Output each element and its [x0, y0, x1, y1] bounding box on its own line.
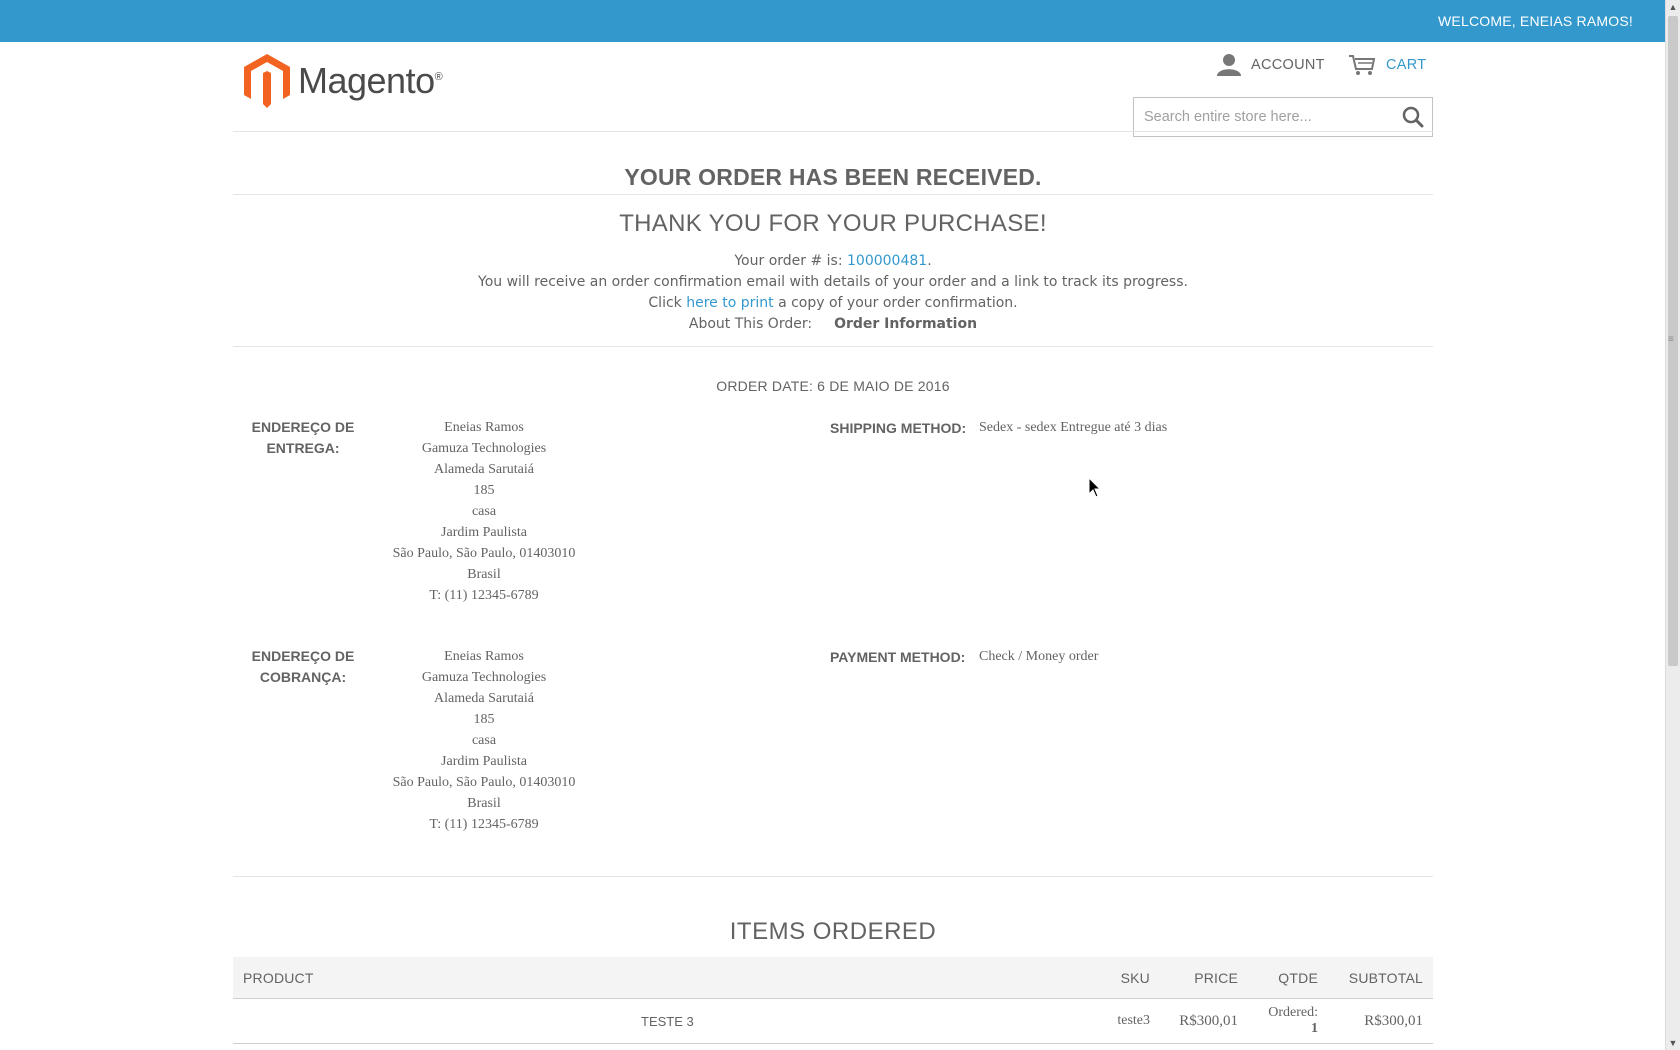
address-line: Alameda Sarutaiá	[434, 691, 534, 706]
col-product: PRODUCT	[233, 957, 1092, 999]
cart-label: CART	[1386, 57, 1427, 73]
shipping-address-label: ENDEREÇO DE ENTREGA:	[251, 419, 355, 456]
address-line: Gamuza Technologies	[421, 441, 547, 456]
account-label: ACCOUNT	[1251, 57, 1325, 73]
col-qty: QTDE	[1248, 957, 1328, 999]
col-sku: SKU	[1092, 957, 1160, 999]
shipping-method-value: Sedex - sedex Entregue até 3 dias	[979, 420, 1168, 435]
top-welcome-bar: WELCOME, ENEIAS RAMOS!	[0, 0, 1665, 42]
product-sku: teste3	[1092, 998, 1160, 1044]
address-phone: T: (11) 12345-6789	[429, 817, 539, 832]
account-link[interactable]: ACCOUNT	[1217, 54, 1325, 76]
order-number-link[interactable]: 100000481	[847, 253, 927, 269]
title-divider	[233, 194, 1433, 195]
table-row: TESTE 3 teste3 R$300,01 Ordered: 1 R$300…	[233, 998, 1433, 1044]
page-title: YOUR ORDER HAS BEEN RECEIVED.	[624, 164, 1042, 190]
shipping-method-label: SHIPPING METHOD:	[830, 420, 967, 436]
cart-link[interactable]: CART	[1348, 54, 1426, 76]
address-line: São Paulo, São Paulo, 01403010	[392, 546, 576, 561]
col-price: PRICE	[1160, 957, 1248, 999]
address-line: Jardim Paulista	[441, 754, 527, 769]
shipping-address: Eneias Ramos Gamuza Technologies Alameda…	[370, 417, 598, 606]
print-line: Click here to print a copy of your order…	[648, 295, 1018, 311]
billing-address-label: ENDEREÇO DE COBRANÇA:	[251, 648, 355, 685]
address-line: 185	[473, 483, 495, 498]
info-divider	[233, 346, 1433, 347]
scroll-down-arrow-icon[interactable]: ▼	[1666, 1036, 1680, 1050]
about-order-line: About This Order: Order Information	[688, 316, 978, 332]
logo-text: Magento®	[298, 60, 443, 101]
confirmation-email-text: You will receive an order confirmation e…	[478, 274, 1188, 290]
print-link[interactable]: here to print	[686, 295, 773, 311]
addresses-divider	[233, 876, 1433, 877]
address-phone: T: (11) 12345-6789	[429, 588, 539, 603]
mouse-cursor-icon	[1088, 477, 1102, 498]
page-scrollbar[interactable]: ▲ ≡ ▼	[1665, 0, 1680, 1050]
items-table-header: PRODUCT SKU PRICE QTDE SUBTOTAL	[233, 957, 1433, 999]
product-subtotal: R$300,01	[1328, 998, 1433, 1044]
thank-you-heading: THANK YOU FOR YOUR PURCHASE!	[619, 210, 1047, 237]
account-user-icon	[1217, 54, 1241, 76]
scrollbar-grip-icon: ≡	[1668, 334, 1674, 345]
address-line: casa	[471, 733, 497, 748]
billing-address: Eneias Ramos Gamuza Technologies Alameda…	[370, 646, 598, 835]
address-line: Alameda Sarutaiá	[434, 462, 534, 477]
address-line: 185	[473, 712, 495, 727]
address-line: Brasil	[467, 796, 501, 811]
address-line: Brasil	[467, 567, 501, 582]
search-button[interactable]	[1402, 106, 1424, 133]
magento-logo-icon	[244, 54, 290, 108]
col-subtotal: SUBTOTAL	[1328, 957, 1433, 999]
store-logo[interactable]: Magento®	[242, 52, 443, 110]
header-divider	[233, 131, 1433, 132]
search-icon	[1402, 106, 1424, 128]
cart-icon	[1349, 55, 1376, 75]
order-information-tab[interactable]: Order Information	[834, 316, 977, 332]
items-table: PRODUCT SKU PRICE QTDE SUBTOTAL TESTE 3 …	[233, 957, 1433, 1044]
address-line: Eneias Ramos	[444, 649, 524, 664]
welcome-message: WELCOME, ENEIAS RAMOS!	[1438, 13, 1633, 29]
payment-method-value: Check / Money order	[979, 649, 1099, 664]
order-date: ORDER DATE: 6 DE MAIO DE 2016	[716, 378, 950, 394]
product-qty: Ordered: 1	[1248, 998, 1328, 1044]
product-price: R$300,01	[1160, 998, 1248, 1044]
address-line: São Paulo, São Paulo, 01403010	[392, 775, 576, 790]
address-line: Eneias Ramos	[444, 420, 524, 435]
address-line: Jardim Paulista	[441, 525, 527, 540]
product-name: TESTE 3	[233, 998, 1092, 1044]
order-number-line: Your order # is: 100000481.	[734, 253, 932, 269]
scroll-up-arrow-icon[interactable]: ▲	[1666, 0, 1680, 14]
payment-method-label: PAYMENT METHOD:	[830, 649, 966, 665]
address-line: casa	[471, 504, 497, 519]
address-line: Gamuza Technologies	[421, 670, 547, 685]
items-ordered-heading: ITEMS ORDERED	[729, 918, 937, 945]
